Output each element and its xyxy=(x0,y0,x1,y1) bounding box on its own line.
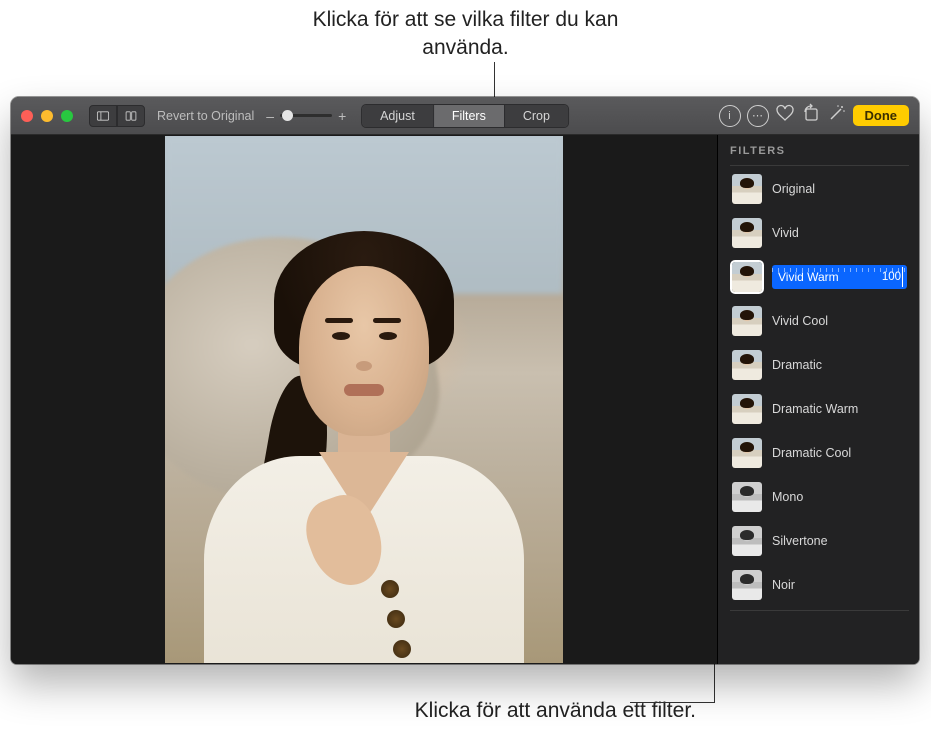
done-button[interactable]: Done xyxy=(853,105,910,126)
filter-row-vivid_cool[interactable]: Vivid Cool xyxy=(730,302,909,340)
filter-row-silvertone[interactable]: Silvertone xyxy=(730,522,909,560)
divider xyxy=(730,610,909,611)
revert-button[interactable]: Revert to Original xyxy=(151,109,260,123)
zoom-in[interactable]: + xyxy=(338,108,346,124)
filter-row-dramatic_cool[interactable]: Dramatic Cool xyxy=(730,434,909,472)
toolbar: Revert to Original – + Adjust Filters Cr… xyxy=(11,97,919,135)
heart-icon xyxy=(775,103,795,123)
more-button[interactable]: ⋯ xyxy=(747,105,769,127)
view-toggle-group xyxy=(89,105,145,127)
filter-thumb xyxy=(732,526,762,556)
filter-intensity-value: 100 xyxy=(882,271,901,283)
callout-line xyxy=(630,702,715,703)
thumbnails-toggle[interactable] xyxy=(89,105,117,127)
zoom-slider[interactable] xyxy=(280,114,332,117)
window-close-button[interactable] xyxy=(21,110,33,122)
filter-thumb xyxy=(732,482,762,512)
tab-filters[interactable]: Filters xyxy=(433,105,504,127)
split-toggle[interactable] xyxy=(117,105,145,127)
filter-row-dramatic[interactable]: Dramatic xyxy=(730,346,909,384)
tab-adjust[interactable]: Adjust xyxy=(362,105,433,127)
window-controls xyxy=(21,110,73,122)
filter-label: Dramatic xyxy=(772,358,822,372)
filter-list: Original Vivid Vivid Warm 100 Vivid Cool Dram… xyxy=(730,170,909,604)
filter-thumb xyxy=(732,438,762,468)
zoom-out[interactable]: – xyxy=(266,108,274,124)
filter-label: Dramatic Cool xyxy=(772,446,851,460)
ellipsis-icon: ⋯ xyxy=(752,109,763,122)
callout-bottom: Klicka för att använda ett filter. xyxy=(296,697,696,725)
auto-enhance-button[interactable] xyxy=(827,103,847,128)
filter-thumb xyxy=(732,262,762,292)
compare-icon xyxy=(124,106,138,126)
filter-thumb xyxy=(732,174,762,204)
filter-thumb xyxy=(732,394,762,424)
filter-label: Silvertone xyxy=(772,534,828,548)
wand-icon xyxy=(827,103,847,123)
filter-thumb xyxy=(732,350,762,380)
filter-thumb xyxy=(732,218,762,248)
filter-label: Dramatic Warm xyxy=(772,402,858,416)
filters-sidebar: FILTERS OriginalVividVivid Warm100Vivid … xyxy=(717,135,919,664)
filter-label: Vivid Cool xyxy=(772,314,828,328)
info-icon: i xyxy=(728,110,730,122)
filter-label: Vivid Warm xyxy=(778,270,839,284)
rotate-button[interactable] xyxy=(801,103,821,128)
filter-row-vivid[interactable]: Vivid xyxy=(730,214,909,252)
content: FILTERS OriginalVividVivid Warm100Vivid … xyxy=(11,135,919,664)
zoom-thumb[interactable] xyxy=(282,110,293,121)
filter-label: Mono xyxy=(772,490,803,504)
filter-label: Noir xyxy=(772,578,795,592)
filter-thumb xyxy=(732,306,762,336)
sidebar-icon xyxy=(96,106,110,126)
window-fullscreen-button[interactable] xyxy=(61,110,73,122)
photo-canvas[interactable] xyxy=(11,135,717,664)
filter-intensity-slider[interactable]: Vivid Warm 100 xyxy=(772,265,907,289)
filter-row-vivid_warm[interactable]: Vivid Warm 100 xyxy=(730,258,909,296)
filter-thumb xyxy=(732,570,762,600)
info-button[interactable]: i xyxy=(719,105,741,127)
filter-row-noir[interactable]: Noir xyxy=(730,566,909,604)
window-minimize-button[interactable] xyxy=(41,110,53,122)
tab-crop[interactable]: Crop xyxy=(504,105,568,127)
filter-label: Original xyxy=(772,182,815,196)
photo-preview xyxy=(165,136,563,663)
toolbar-right: i ⋯ Done xyxy=(719,103,910,128)
filter-row-dramatic_warm[interactable]: Dramatic Warm xyxy=(730,390,909,428)
edit-mode-segmented: Adjust Filters Crop xyxy=(361,104,569,128)
zoom-control: – + xyxy=(266,108,346,124)
favorite-button[interactable] xyxy=(775,103,795,128)
rotate-icon xyxy=(801,103,821,123)
callout-top: Klicka för att se vilka filter du kan an… xyxy=(286,6,646,63)
filter-label: Vivid xyxy=(772,226,799,240)
sidebar-title: FILTERS xyxy=(730,145,909,157)
divider xyxy=(730,165,909,166)
filter-row-original[interactable]: Original xyxy=(730,170,909,208)
callout-line xyxy=(494,62,495,99)
photos-edit-window: Revert to Original – + Adjust Filters Cr… xyxy=(11,97,919,664)
filter-row-mono[interactable]: Mono xyxy=(730,478,909,516)
